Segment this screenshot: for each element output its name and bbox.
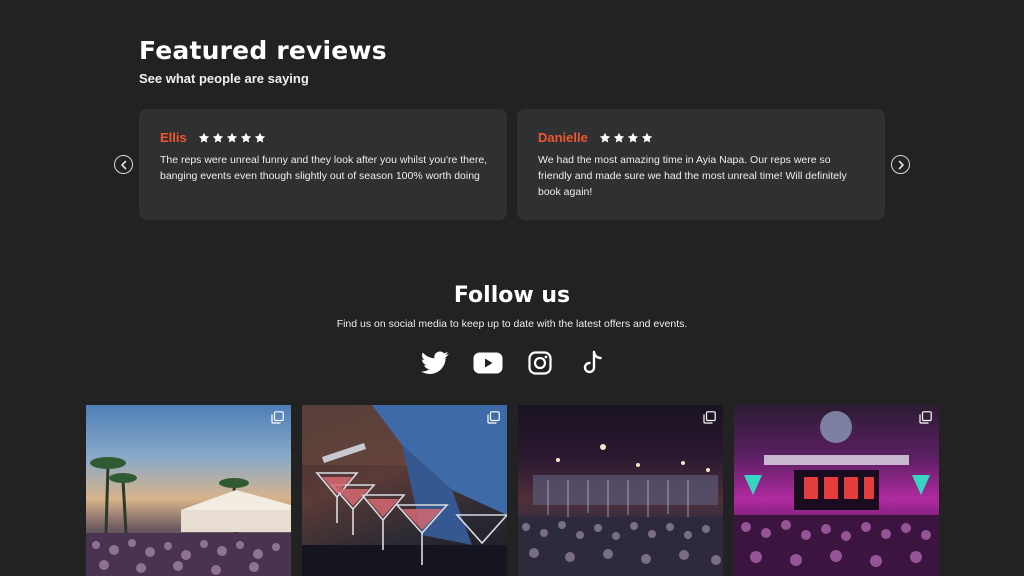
tiktok-icon (583, 350, 602, 374)
review-card: Danielle We had the most amazing time in… (517, 109, 885, 220)
twitter-icon (421, 351, 449, 374)
cocktail-glasses-graphic (302, 405, 507, 576)
reviews-subtitle: See what people are saying (139, 71, 309, 86)
star-icon (212, 132, 223, 143)
star-icon (627, 132, 639, 143)
youtube-link[interactable] (472, 349, 504, 377)
review-text: We had the most amazing time in Ayia Nap… (538, 154, 847, 198)
carousel-prev-button[interactable] (114, 155, 133, 174)
star-icon (641, 132, 653, 143)
instagram-post[interactable] (518, 405, 723, 576)
review-text: The reps were unreal funny and they look… (160, 154, 488, 182)
multiple-images-icon (271, 411, 284, 424)
twitter-link[interactable] (419, 349, 451, 377)
star-icon (613, 132, 625, 143)
instagram-post[interactable] (86, 405, 291, 576)
star-icon (254, 132, 265, 143)
palm-trees-crowd-graphic (86, 457, 291, 576)
star-icon (240, 132, 251, 143)
star-rating (198, 132, 266, 144)
star-icon (226, 132, 237, 143)
multiple-images-icon (703, 411, 716, 424)
page: Featured reviews See what people are say… (0, 0, 1024, 576)
social-links (419, 349, 609, 377)
club-stage-graphic (734, 411, 939, 576)
follow-description: Find us on social media to keep up to da… (336, 318, 688, 330)
carousel-next-button[interactable] (891, 155, 910, 174)
multiple-images-icon (919, 411, 932, 424)
night-crowd-graphic (518, 444, 723, 576)
star-icon (599, 132, 611, 143)
instagram-post[interactable] (302, 405, 507, 576)
instagram-post[interactable] (734, 405, 939, 576)
youtube-icon (473, 352, 503, 374)
follow-title: Follow us (453, 283, 571, 308)
chevron-right-icon (898, 160, 904, 169)
tiktok-link[interactable] (577, 349, 609, 377)
reviews-title: Featured reviews (139, 36, 387, 65)
reviewer-name: Ellis (160, 130, 187, 145)
instagram-icon (528, 351, 552, 375)
multiple-images-icon (487, 411, 500, 424)
reviewer-name: Danielle (538, 130, 588, 145)
star-icon (198, 132, 209, 143)
star-rating (599, 132, 653, 144)
chevron-left-icon (120, 160, 126, 169)
instagram-link[interactable] (524, 349, 556, 377)
review-card: Ellis The reps were unreal funny and the… (139, 109, 507, 220)
